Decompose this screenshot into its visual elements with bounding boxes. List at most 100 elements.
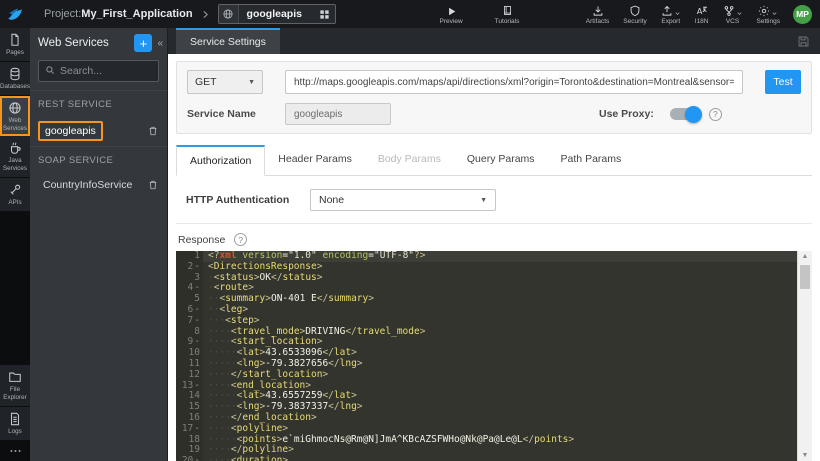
fold-marker-icon[interactable]: - xyxy=(194,315,200,326)
response-help-icon[interactable]: ? xyxy=(234,233,248,246)
dropdown-arrow-icon: ▼ xyxy=(480,196,487,204)
topbar-action-artifacts[interactable]: Artifacts xyxy=(579,4,616,25)
topbar-action-security[interactable]: Security xyxy=(616,4,653,25)
line-number: 12 xyxy=(176,369,203,381)
code-line: 3 ·<status>OK</status> xyxy=(176,272,797,284)
use-proxy-label: Use Proxy: xyxy=(599,108,654,120)
dropdown-arrow-icon: ▼ xyxy=(248,78,255,86)
service-settings-content: GET ▼ Test Service Name Use Proxy: ? xyxy=(168,54,820,461)
topbar-action-settings[interactable]: Settings xyxy=(750,4,788,25)
service-item-name: CountryInfoService xyxy=(43,179,133,191)
export-icon xyxy=(662,5,672,16)
request-panel: GET ▼ Test Service Name Use Proxy: ? xyxy=(176,61,812,134)
service-search xyxy=(38,60,159,82)
trash-icon[interactable] xyxy=(147,179,159,191)
preview-button[interactable]: Preview xyxy=(424,4,479,25)
web-icon xyxy=(9,102,21,114)
service-name-input[interactable] xyxy=(285,103,391,125)
sidebar-item-label: File Explorer xyxy=(3,386,27,402)
tab-query-params[interactable]: Query Params xyxy=(454,145,548,176)
java-icon xyxy=(10,142,21,155)
topbar-action-label: Export xyxy=(661,17,681,25)
topbar-action-label: Security xyxy=(623,17,647,25)
sidebar-item-databases[interactable]: Databases xyxy=(0,61,30,96)
databases-icon xyxy=(10,67,20,81)
service-selector-value: googleapis xyxy=(246,8,302,20)
proxy-help-icon[interactable]: ? xyxy=(708,107,722,121)
avatar[interactable]: MP xyxy=(793,4,812,24)
sidebar-item-web-services[interactable]: Web Services xyxy=(0,95,30,137)
search-icon xyxy=(45,62,55,80)
tab-authorization[interactable]: Authorization xyxy=(176,145,266,176)
service-item-countryinfoservice[interactable]: CountryInfoService xyxy=(30,172,167,198)
topbar-action-label: VCS xyxy=(725,17,740,25)
tab-body-params: Body Params xyxy=(377,153,441,165)
fold-marker-icon[interactable]: - xyxy=(194,304,200,315)
http-method-value: GET xyxy=(195,76,217,88)
more-options-icon[interactable] xyxy=(0,441,30,461)
topbar-action-label: Settings xyxy=(756,17,781,25)
app-logo-icon[interactable] xyxy=(0,0,30,28)
topbar-action-export[interactable]: Export xyxy=(654,4,688,25)
sidebar-item-file-explorer[interactable]: File Explorer xyxy=(0,365,30,408)
code-line: 2- <DirectionsResponse> xyxy=(176,261,797,273)
section-header: SOAP SERVICE xyxy=(30,146,167,172)
http-method-select[interactable]: GET ▼ xyxy=(187,70,263,94)
editor-scrollbar[interactable]: ▲ ▼ xyxy=(797,251,812,461)
trash-icon[interactable] xyxy=(147,125,159,137)
sidebar-item-apis[interactable]: APIs xyxy=(0,178,30,213)
tutorials-button[interactable]: Tutorials xyxy=(479,4,536,25)
save-icon[interactable] xyxy=(797,35,810,48)
book-icon xyxy=(502,4,513,17)
line-number: 20- xyxy=(176,455,203,461)
left-rail: Pages Databases Web Services Java Services A… xyxy=(0,28,30,461)
add-service-button[interactable]: + xyxy=(134,34,153,52)
tab-path-params[interactable]: Path Params xyxy=(548,145,635,176)
line-number: 2- xyxy=(176,261,203,273)
sidebar-item-java-services[interactable]: Java Services xyxy=(0,136,30,179)
fold-marker-icon[interactable]: - xyxy=(194,380,200,391)
request-url-input[interactable] xyxy=(285,70,743,94)
service-selector[interactable]: googleapis xyxy=(217,4,336,24)
response-header: Response ? xyxy=(176,224,812,251)
fold-marker-icon[interactable]: - xyxy=(194,455,200,461)
http-auth-select[interactable]: None ▼ xyxy=(310,189,496,211)
collapse-panel-button[interactable]: « xyxy=(157,38,163,49)
scroll-down-icon[interactable]: ▼ xyxy=(798,452,812,459)
topbar-action-i18n[interactable]: A I18N xyxy=(688,4,716,25)
line-number: 7- xyxy=(176,315,203,327)
fold-marker-icon[interactable]: - xyxy=(194,423,200,434)
logs-icon xyxy=(10,412,20,426)
search-input[interactable] xyxy=(60,65,152,77)
rail-spacer xyxy=(0,212,30,365)
tab-service-settings[interactable]: Service Settings xyxy=(176,28,280,54)
fold-marker-icon[interactable]: - xyxy=(194,261,200,272)
artifacts-icon xyxy=(593,6,602,16)
use-proxy-toggle[interactable] xyxy=(669,105,702,123)
test-button[interactable]: Test xyxy=(765,70,801,94)
main-area: Service Settings GET ▼ Test xyxy=(168,28,820,461)
security-icon xyxy=(630,5,640,16)
sidebar-item-label: APIs xyxy=(8,199,22,207)
scroll-up-icon[interactable]: ▲ xyxy=(798,253,812,260)
sidebar-item-label: Pages xyxy=(6,49,24,56)
response-label: Response xyxy=(178,233,226,246)
tab-header-params[interactable]: Header Params xyxy=(265,145,365,176)
chevron-right-icon xyxy=(201,10,210,19)
play-icon xyxy=(446,4,457,17)
code-line: 20- ····<duration> xyxy=(176,455,797,461)
fold-marker-icon[interactable]: - xyxy=(194,336,200,347)
code-line: 6- ··<leg> xyxy=(176,304,797,316)
scrollbar-thumb[interactable] xyxy=(800,265,810,289)
sidebar-item-logs[interactable]: Logs xyxy=(0,407,30,441)
project-name[interactable]: My_First_Application xyxy=(81,8,192,20)
http-auth-value: None xyxy=(319,194,345,206)
fold-marker-icon[interactable]: - xyxy=(194,282,200,293)
response-code-editor[interactable]: 1 <?xml version="1.0" encoding="UTF-8"?> 2… xyxy=(176,251,797,461)
topbar-action-vcs[interactable]: VCS xyxy=(716,4,750,25)
sidebar-item-pages[interactable]: Pages xyxy=(0,28,30,62)
code-line: 5 ··<summary>ON-401 E</summary> xyxy=(176,293,797,305)
service-item-googleapis[interactable]: googleapis xyxy=(30,116,167,146)
topbar-action-label: Artifacts xyxy=(585,17,610,25)
response-editor-wrap: 1 <?xml version="1.0" encoding="UTF-8"?> 2… xyxy=(176,251,812,461)
